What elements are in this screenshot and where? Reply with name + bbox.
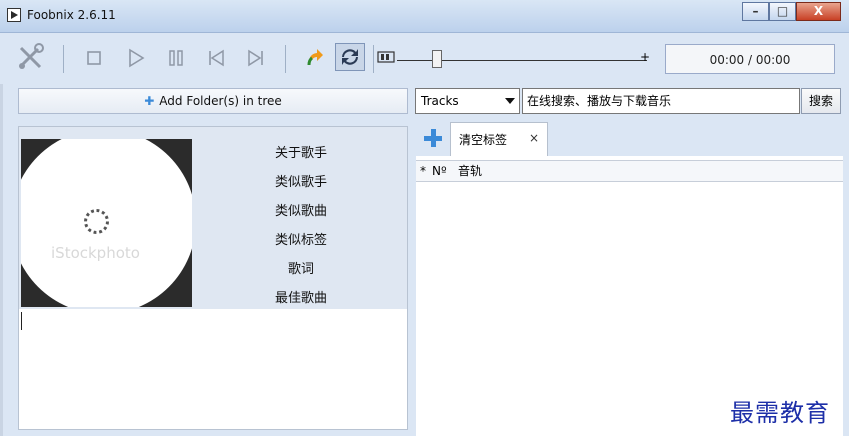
minimize-button[interactable]: – [742, 2, 769, 21]
search-scope-value: Tracks [421, 94, 459, 108]
info-menu-item[interactable]: 类似歌曲 [201, 197, 401, 226]
info-panel-header: iStockphoto 关于歌手 类似歌手 类似歌曲 类似标签 歌词 最佳歌曲 [19, 127, 407, 309]
pause-icon [169, 50, 183, 66]
volume-plus-label: + [640, 50, 651, 64]
previous-button[interactable] [205, 48, 227, 68]
column-star[interactable]: * [420, 161, 426, 181]
title-bar: Foobnix 2.6.11 – □ X [0, 0, 849, 33]
info-menu-item[interactable]: 类似歌手 [201, 168, 401, 197]
foobnix-app-icon [7, 8, 21, 22]
plus-icon: ✚ [144, 94, 155, 108]
playlist-tabbar: 清空标签 × [416, 120, 843, 156]
info-menu: 关于歌手 类似歌手 类似歌曲 类似标签 歌词 最佳歌曲 [201, 139, 401, 313]
previous-icon [209, 49, 224, 67]
playlist-tab-label: 清空标签 [459, 133, 508, 147]
search-input[interactable]: 在线搜索、播放与下载音乐 [522, 88, 800, 114]
column-track[interactable]: 音轨 [458, 161, 482, 181]
add-folder-button[interactable]: ✚ Add Folder(s) in tree [18, 88, 408, 114]
info-menu-item[interactable]: 最佳歌曲 [201, 284, 401, 313]
cd-hole-shape [84, 209, 109, 234]
close-icon: X [813, 4, 824, 18]
tab-close-icon[interactable]: × [529, 131, 539, 145]
pause-button[interactable] [165, 48, 187, 68]
add-folder-label: Add Folder(s) in tree [159, 94, 282, 108]
maximize-button[interactable]: □ [769, 2, 796, 21]
maximize-icon: □ [776, 4, 789, 18]
playlist-tab[interactable]: 清空标签 × [450, 122, 548, 156]
info-panel: iStockphoto 关于歌手 类似歌手 类似歌曲 类似标签 歌词 最佳歌曲 [18, 126, 408, 430]
window-left-border [0, 84, 3, 436]
next-button[interactable] [245, 48, 267, 68]
settings-tools-icon [19, 43, 44, 69]
add-tab-button[interactable] [424, 129, 442, 147]
search-scope-select[interactable]: Tracks [415, 88, 520, 114]
play-icon [129, 48, 145, 68]
volume-icon [377, 51, 395, 63]
toolbar-separator [285, 45, 286, 73]
corner-watermark: 最需教育 [730, 399, 830, 427]
time-display: 00:00 / 00:00 [665, 44, 835, 74]
toolbar-separator [63, 45, 64, 73]
info-menu-item[interactable]: 关于歌手 [201, 139, 401, 168]
volume-button[interactable] [376, 47, 396, 67]
album-art-image: iStockphoto [21, 139, 192, 307]
shuffle-icon [342, 49, 358, 65]
search-button[interactable]: 搜索 [801, 88, 841, 114]
settings-tools-button[interactable] [14, 42, 48, 69]
window-title: Foobnix 2.6.11 [27, 8, 116, 22]
stop-button[interactable] [83, 48, 105, 68]
text-caret [21, 312, 22, 330]
volume-slider-thumb[interactable] [432, 50, 442, 68]
column-number[interactable]: Nº [432, 161, 447, 181]
repeat-icon [307, 49, 323, 66]
repeat-button[interactable] [303, 46, 325, 66]
close-button[interactable]: X [796, 2, 841, 21]
info-menu-item[interactable]: 歌词 [201, 255, 401, 284]
stop-icon [87, 51, 101, 65]
album-art-watermark: iStockphoto [51, 244, 140, 262]
playlist-column-header: * Nº 音轨 [416, 160, 843, 182]
play-button[interactable] [125, 48, 147, 68]
app-window: Foobnix 2.6.11 – □ X + 00:00 / 00:00 ✚ A… [0, 0, 849, 436]
chevron-down-icon [505, 98, 515, 104]
info-menu-item[interactable]: 类似标签 [201, 226, 401, 255]
minimize-icon: – [752, 4, 759, 18]
playlist-panel: 清空标签 × * Nº 音轨 [416, 120, 843, 436]
next-icon [248, 49, 263, 67]
window-controls: – □ X [742, 2, 841, 22]
shuffle-button[interactable] [335, 43, 365, 71]
toolbar-separator [373, 45, 374, 73]
cd-disc-shape [21, 139, 192, 307]
